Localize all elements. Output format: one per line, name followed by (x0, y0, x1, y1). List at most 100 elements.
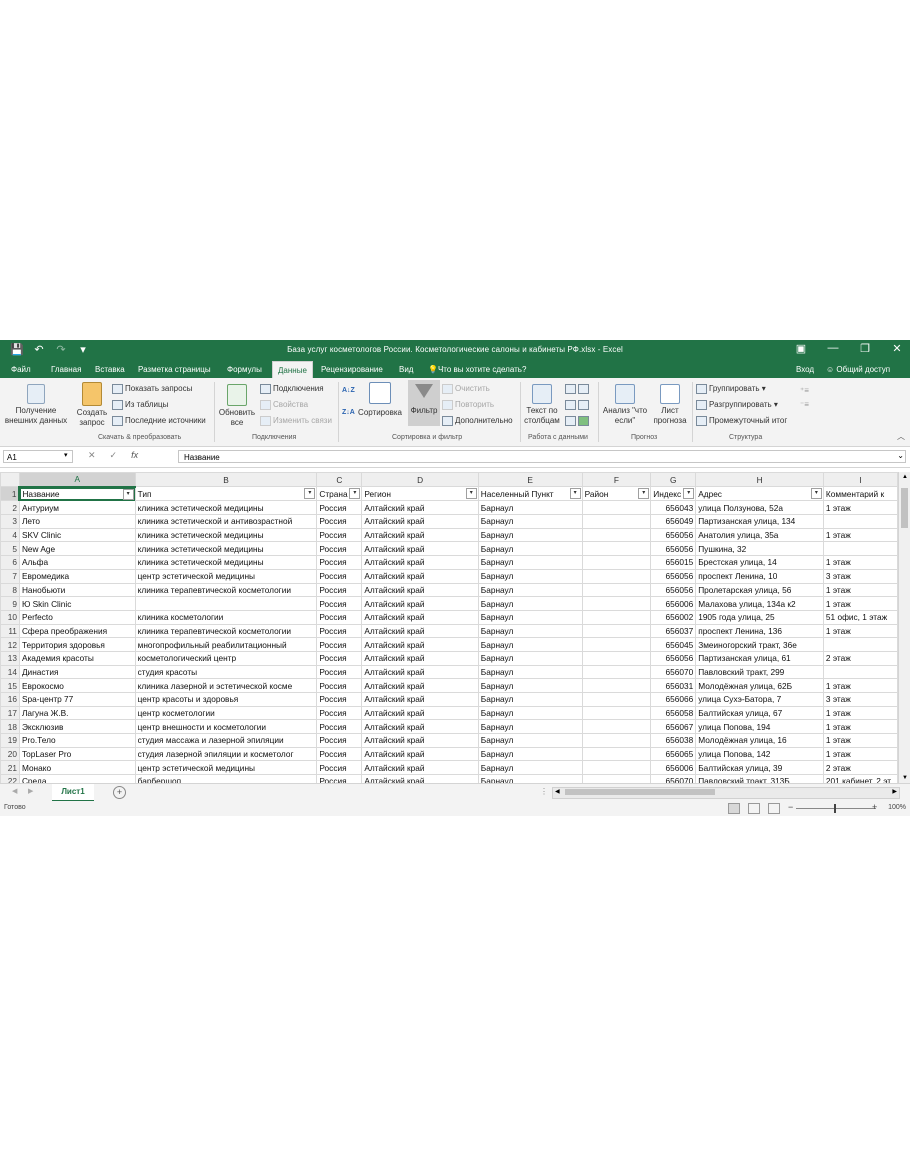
sort-az-icon[interactable]: A↓Z (342, 386, 355, 396)
cell[interactable]: 656066 (650, 692, 697, 707)
cell[interactable]: клиника эстетической медицины (134, 527, 318, 543)
cell[interactable]: Perfecto (18, 609, 136, 625)
cell[interactable]: центр эстетической медицины (134, 568, 318, 584)
sheet-nav-left-icon[interactable]: ◀ (12, 787, 17, 795)
tab-data[interactable]: Данные (272, 361, 313, 379)
cell[interactable] (581, 609, 652, 625)
filter-button[interactable]: Фильтр (408, 380, 440, 426)
vertical-scroll-thumb[interactable] (901, 488, 908, 528)
cell[interactable]: 1 этаж (822, 733, 898, 748)
row-header[interactable]: 6 (0, 555, 20, 570)
cell[interactable]: Алтайский край (361, 514, 479, 529)
cell[interactable] (581, 692, 652, 707)
row-header[interactable]: 16 (0, 692, 20, 707)
row-header[interactable]: 3 (0, 514, 20, 529)
share-button[interactable]: ☺ Общий доступ (826, 361, 890, 378)
cell[interactable]: Партизанская улица, 61 (695, 650, 824, 666)
tab-home[interactable]: Главная (46, 361, 86, 378)
cell[interactable]: Алтайский край (361, 678, 479, 693)
cell[interactable]: центр косметологии (134, 705, 318, 721)
edit-links-button[interactable]: Изменить связи (260, 416, 332, 426)
cell[interactable]: 1 этаж (822, 527, 898, 543)
row-header[interactable]: 14 (0, 664, 20, 680)
cell[interactable]: Алтайский край (361, 719, 479, 735)
cell[interactable]: 656015 (650, 555, 697, 570)
cell[interactable]: улица Попова, 142 (695, 746, 824, 762)
cell[interactable]: 1 этаж (822, 623, 898, 639)
cell[interactable] (581, 774, 652, 783)
cell[interactable]: Россия (316, 774, 363, 783)
tab-insert[interactable]: Вставка (90, 361, 130, 378)
zoom-out-icon[interactable]: − (788, 802, 793, 812)
row-header[interactable]: 2 (0, 500, 20, 516)
cell[interactable]: Россия (316, 609, 363, 625)
name-box[interactable]: A1 (3, 450, 73, 463)
cell[interactable] (581, 568, 652, 584)
cell[interactable]: Барнаул (477, 637, 583, 652)
cell[interactable]: Алтайский край (361, 582, 479, 598)
cell[interactable]: улица Попова, 194 (695, 719, 824, 735)
cell[interactable]: студия красоты (134, 664, 318, 680)
cell[interactable]: Алтайский край (361, 527, 479, 543)
expand-formula-icon[interactable]: ⌄ (897, 451, 904, 460)
cell[interactable]: 1905 года улица, 25 (695, 609, 824, 625)
row-header[interactable]: 9 (0, 596, 20, 611)
cell[interactable]: проспект Ленина, 10 (695, 568, 824, 584)
cell[interactable]: косметологический центр (134, 650, 318, 666)
cell[interactable] (822, 637, 898, 652)
cell[interactable]: 1 этаж (822, 719, 898, 735)
row-header[interactable]: 4 (0, 527, 20, 543)
tell-me-box[interactable]: 💡Что вы хотите сделать? (428, 361, 526, 378)
hide-detail-icon[interactable]: ⁻≡ (800, 400, 809, 410)
ribbon-display-icon[interactable]: ▣ (794, 342, 808, 355)
cell[interactable] (581, 541, 652, 557)
advanced-filter-button[interactable]: Дополнительно (442, 416, 513, 426)
cell[interactable]: Россия (316, 500, 363, 516)
row-header[interactable]: 15 (0, 678, 20, 693)
cell[interactable]: клиника лазерной и эстетической косме (134, 678, 318, 693)
cell[interactable]: 656065 (650, 746, 697, 762)
cell[interactable]: Алтайский край (361, 774, 479, 783)
cell[interactable] (581, 760, 652, 776)
cell[interactable]: 201 кабинет, 2 эт (822, 774, 898, 783)
cell[interactable]: Алтайский край (361, 596, 479, 611)
cell[interactable]: Лето (18, 514, 136, 529)
clear-filter-button[interactable]: Очистить (442, 384, 490, 394)
row-header[interactable]: 10 (0, 609, 20, 625)
cell[interactable]: Династия (18, 664, 136, 680)
cell[interactable]: 1 этаж (822, 746, 898, 762)
cell[interactable]: клиника косметологии (134, 609, 318, 625)
cell[interactable]: 656006 (650, 760, 697, 776)
cell[interactable]: Барнаул (477, 678, 583, 693)
row-header[interactable]: 19 (0, 733, 20, 748)
cell[interactable]: Еврокосмо (18, 678, 136, 693)
cell[interactable]: Алтайский край (361, 637, 479, 652)
cell[interactable]: Малахова улица, 134а к2 (695, 596, 824, 611)
cell[interactable]: 656006 (650, 596, 697, 611)
cell[interactable]: Россия (316, 568, 363, 584)
formula-input[interactable]: Название (178, 450, 906, 463)
cell[interactable]: барбершоп (134, 774, 318, 783)
cell[interactable] (581, 664, 652, 680)
from-table-button[interactable]: Из таблицы (112, 400, 168, 410)
add-sheet-icon[interactable]: + (113, 786, 126, 799)
column-header-e[interactable]: E (477, 472, 583, 488)
header-cell[interactable]: Тип ▾ (134, 486, 318, 502)
cell[interactable]: Россия (316, 650, 363, 666)
cell[interactable]: Барнаул (477, 664, 583, 680)
cell[interactable]: 656070 (650, 664, 697, 680)
sheet-tab-active[interactable]: Лист1 (52, 784, 94, 802)
cell[interactable]: Алтайский край (361, 500, 479, 516)
cell[interactable]: Павловский тракт, 299 (695, 664, 824, 680)
column-header-h[interactable]: H (695, 472, 824, 488)
cell[interactable] (581, 719, 652, 735)
sheet-nav-right-icon[interactable]: ▶ (28, 787, 33, 795)
cell[interactable]: 3 этаж (822, 568, 898, 584)
page-break-view-icon[interactable] (768, 803, 780, 814)
cell[interactable]: Альфа (18, 555, 136, 570)
filter-dropdown-icon[interactable]: ▾ (683, 488, 695, 500)
scroll-right-icon[interactable]: ▶ (892, 788, 897, 795)
cell[interactable] (581, 596, 652, 611)
cell[interactable]: 656058 (650, 705, 697, 721)
header-cell[interactable]: Название ▾ (18, 486, 136, 502)
